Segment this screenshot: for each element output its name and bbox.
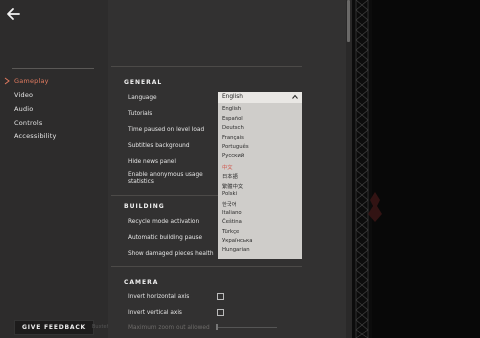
ornamental-border — [352, 0, 372, 338]
sidebar-item-controls[interactable]: Controls — [14, 119, 42, 127]
settings-sidebar — [0, 0, 108, 338]
language-option[interactable]: Русский — [222, 153, 244, 159]
language-option[interactable]: Hungarian — [222, 247, 250, 253]
auto-building-pause-label: Automatic building pause — [128, 235, 203, 241]
sidebar-item-gameplay[interactable]: Gameplay — [14, 77, 49, 85]
time-paused-label: Time paused on level load — [128, 127, 205, 133]
invert-vertical-checkbox[interactable] — [217, 309, 224, 316]
give-feedback-button[interactable]: GIVE FEEDBACK — [14, 320, 94, 335]
language-option[interactable]: Deutsch — [222, 125, 244, 131]
language-option[interactable]: 日本語 — [222, 172, 238, 180]
section-divider — [111, 266, 302, 267]
language-option[interactable]: Türkçe — [222, 229, 239, 235]
max-zoom-slider-handle[interactable] — [216, 324, 218, 330]
invert-vertical-label: Invert vertical axis — [128, 310, 182, 316]
main-scrollbar-thumb[interactable] — [347, 0, 350, 42]
max-zoom-slider-track[interactable] — [217, 327, 277, 328]
language-option[interactable]: Polski — [222, 191, 237, 197]
anon-usage-label: Enable anonymous usage — [128, 172, 203, 178]
language-option[interactable]: Italiano — [222, 210, 242, 216]
game-background — [372, 0, 480, 338]
section-title-general: GENERAL — [124, 79, 163, 86]
sidebar-divider — [12, 68, 94, 69]
language-label: Language — [128, 95, 157, 101]
language-option[interactable]: English — [222, 106, 241, 112]
back-arrow-icon[interactable] — [6, 6, 22, 22]
language-selected-value: English — [222, 94, 243, 100]
hide-news-label: Hide news panel — [128, 159, 176, 165]
anon-usage-label-line2: statistics — [128, 179, 154, 185]
language-option[interactable]: 繁體中文 — [222, 182, 243, 190]
recycle-mode-label: Recycle mode activation — [128, 219, 200, 225]
main-top-divider — [111, 66, 302, 67]
faction-emblem-icon — [368, 192, 382, 222]
chevron-up-icon — [292, 94, 298, 99]
sidebar-item-accessibility[interactable]: Accessibility — [14, 132, 57, 140]
invert-horizontal-label: Invert horizontal axis — [128, 294, 190, 300]
invert-horizontal-checkbox[interactable] — [217, 293, 224, 300]
language-option[interactable]: Українська — [222, 238, 252, 244]
subtitles-background-label: Subtitles background — [128, 143, 190, 149]
language-option[interactable]: 中文 — [222, 163, 233, 171]
section-title-camera: CAMERA — [124, 279, 159, 286]
active-indicator-icon — [4, 77, 10, 85]
language-option[interactable]: Čeština — [222, 219, 242, 225]
tutorials-label: Tutorials — [128, 111, 153, 117]
sidebar-item-video[interactable]: Video — [14, 91, 33, 99]
language-options-list: English Español Deutsch Français Portugu… — [218, 103, 302, 259]
show-damaged-label: Show damaged pieces health — [128, 251, 214, 257]
language-option[interactable]: Português — [222, 144, 249, 150]
language-dropdown[interactable]: English — [218, 92, 302, 103]
language-option[interactable]: 한국어 — [222, 200, 237, 208]
language-option[interactable]: Español — [222, 116, 243, 122]
language-option[interactable]: Français — [222, 135, 244, 141]
sidebar-item-audio[interactable]: Audio — [14, 105, 33, 113]
section-title-building: BUILDING — [124, 203, 165, 210]
max-zoom-label: Maximum zoom out allowed — [128, 325, 210, 331]
